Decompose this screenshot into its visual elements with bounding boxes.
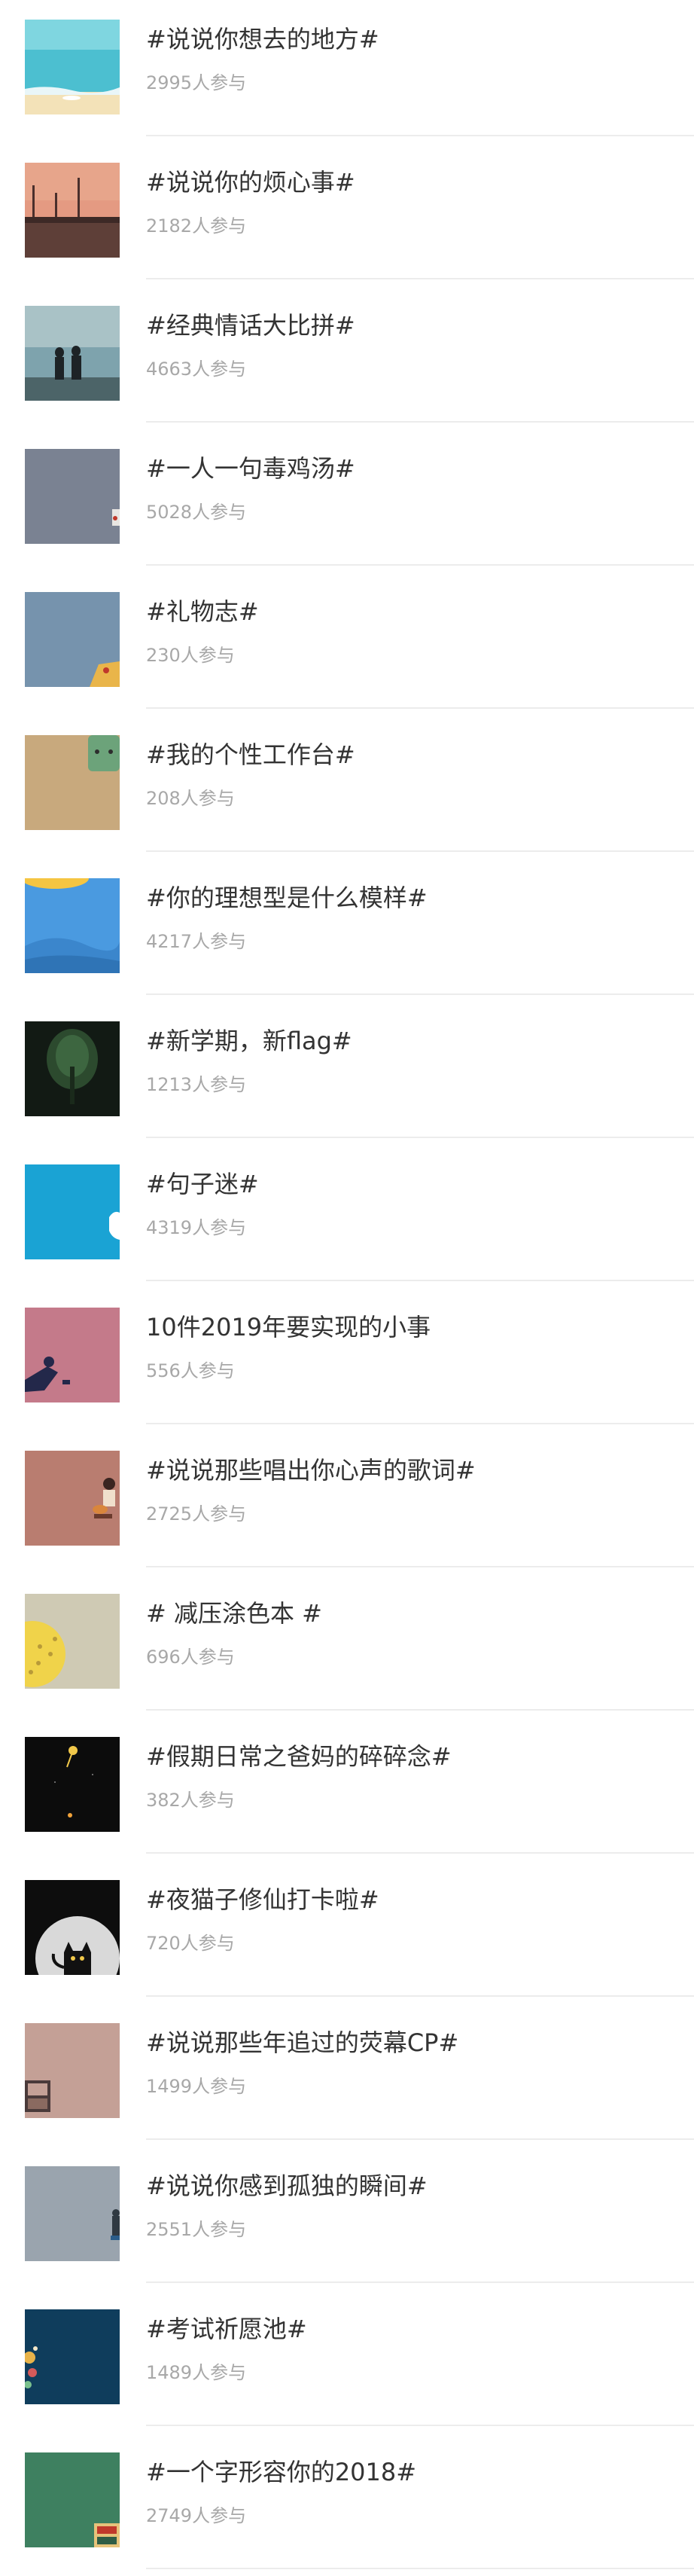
participant-count: 2725人参与	[146, 1503, 247, 1525]
beach-image-icon	[25, 20, 120, 114]
topic-item[interactable]: #我的个性工作台# 208人参与	[0, 716, 694, 859]
sunset-pier-image-icon	[25, 163, 120, 258]
topic-title: #一人一句毒鸡汤#	[146, 454, 355, 483]
topic-item[interactable]: #说说你的烦心事# 2182人参与	[0, 143, 694, 286]
divider	[146, 1566, 694, 1567]
divider	[146, 564, 694, 566]
participant-count: 1499人参与	[146, 2076, 247, 2097]
desk-image-icon	[25, 735, 120, 830]
guitar-girl-image-icon	[25, 1451, 120, 1546]
participant-count: 4319人参与	[146, 1217, 247, 1238]
topic-item[interactable]: #新学期，新flag# 1213人参与	[0, 1002, 694, 1145]
participant-count: 2995人参与	[146, 72, 247, 93]
topic-title: #假期日常之爸妈的碎碎念#	[146, 1742, 452, 1771]
topic-item[interactable]: #一人一句毒鸡汤# 5028人参与	[0, 429, 694, 572]
topic-title: #说说你的烦心事#	[146, 168, 355, 197]
topic-title: # 减压涂色本 #	[146, 1599, 322, 1628]
topic-item[interactable]: 10件2019年要实现的小事 556人参与	[0, 1288, 694, 1431]
participant-count: 1213人参与	[146, 1074, 247, 1095]
topic-item[interactable]: #说说你感到孤独的瞬间# 2551人参与	[0, 2147, 694, 2290]
topic-title: #说说那些唱出你心声的歌词#	[146, 1456, 476, 1485]
divider	[146, 1995, 694, 1997]
topic-item[interactable]: #假期日常之爸妈的碎碎念# 382人参与	[0, 1717, 694, 1860]
divider	[146, 278, 694, 279]
participant-count: 696人参与	[146, 1647, 235, 1668]
divider	[146, 2425, 694, 2426]
navy-wish-image-icon	[25, 2309, 120, 2404]
divider	[146, 993, 694, 995]
divider	[146, 1280, 694, 1281]
participant-count: 556人参与	[146, 1360, 235, 1381]
topic-title: 10件2019年要实现的小事	[146, 1313, 431, 1341]
topic-item[interactable]: #说说那些年追过的荧幕CP# 1499人参与	[0, 2004, 694, 2147]
gray-lonely-image-icon	[25, 2166, 120, 2261]
topic-item[interactable]: #夜猫子修仙打卡啦# 720人参与	[0, 1860, 694, 2004]
topic-item[interactable]: #句子迷# 4319人参与	[0, 1145, 694, 1288]
forest-image-icon	[25, 1021, 120, 1116]
topic-item[interactable]: #一个字形容你的2018# 2749人参与	[0, 2433, 694, 2576]
topic-title: #礼物志#	[146, 597, 259, 626]
participant-count: 4217人参与	[146, 931, 247, 952]
divider	[146, 421, 694, 423]
divider	[146, 2281, 694, 2283]
participant-count: 208人参与	[146, 788, 235, 809]
participant-count: 382人参与	[146, 1790, 235, 1811]
participant-count: 1489人参与	[146, 2362, 247, 2383]
topic-title: #你的理想型是什么模样#	[146, 884, 428, 912]
topic-title: #夜猫子修仙打卡啦#	[146, 1885, 379, 1914]
topic-title: #句子迷#	[146, 1170, 259, 1198]
participant-count: 4663人参与	[146, 359, 247, 380]
topic-item[interactable]: # 减压涂色本 # 696人参与	[0, 1574, 694, 1717]
topic-title: #新学期，新flag#	[146, 1027, 352, 1055]
divider	[146, 850, 694, 852]
topic-item[interactable]: #礼物志# 230人参与	[0, 572, 694, 716]
divider	[146, 2138, 694, 2140]
topic-item[interactable]: #考试祈愿池# 1489人参与	[0, 2290, 694, 2433]
participant-count: 720人参与	[146, 1933, 235, 1954]
topic-title: #考试祈愿池#	[146, 2315, 307, 2343]
participant-count: 2749人参与	[146, 2505, 247, 2526]
couple-seaside-image-icon	[25, 306, 120, 401]
pink-figure-image-icon	[25, 1308, 120, 1402]
topic-title: #经典情话大比拼#	[146, 311, 355, 340]
pink-room-image-icon	[25, 2023, 120, 2118]
divider	[146, 1709, 694, 1711]
topic-item[interactable]: #你的理想型是什么模样# 4217人参与	[0, 859, 694, 1002]
coloring-book-image-icon	[25, 1594, 120, 1689]
blue-sky-image-icon	[25, 1164, 120, 1259]
topic-title: #我的个性工作台#	[146, 740, 355, 769]
divider	[146, 2568, 694, 2569]
participant-count: 5028人参与	[146, 502, 247, 523]
topic-title: #说说你想去的地方#	[146, 25, 379, 53]
topic-item[interactable]: #说说你想去的地方# 2995人参与	[0, 0, 694, 143]
gift-image-icon	[25, 592, 120, 687]
night-fireworks-image-icon	[25, 1737, 120, 1832]
participant-count: 2551人参与	[146, 2219, 247, 2240]
topic-item[interactable]: #说说那些唱出你心声的歌词# 2725人参与	[0, 1431, 694, 1574]
divider	[146, 1137, 694, 1138]
divider	[146, 1423, 694, 1424]
topic-title: #说说那些年追过的荧幕CP#	[146, 2028, 459, 2057]
participant-count: 2182人参与	[146, 215, 247, 237]
divider	[146, 1852, 694, 1854]
topic-list: #说说你想去的地方# 2995人参与 #说说你的烦心事# 2182人参与 #经典…	[0, 0, 694, 2576]
black-cat-moon-image-icon	[25, 1880, 120, 1975]
participant-count: 230人参与	[146, 645, 235, 666]
topic-item[interactable]: #经典情话大比拼# 4663人参与	[0, 286, 694, 429]
gray-card-image-icon	[25, 449, 120, 544]
topic-title: #一个字形容你的2018#	[146, 2458, 417, 2486]
topic-title: #说说你感到孤独的瞬间#	[146, 2172, 428, 2200]
divider	[146, 707, 694, 709]
sky-sun-image-icon	[25, 878, 120, 973]
divider	[146, 135, 694, 136]
green-2018-image-icon	[25, 2452, 120, 2547]
